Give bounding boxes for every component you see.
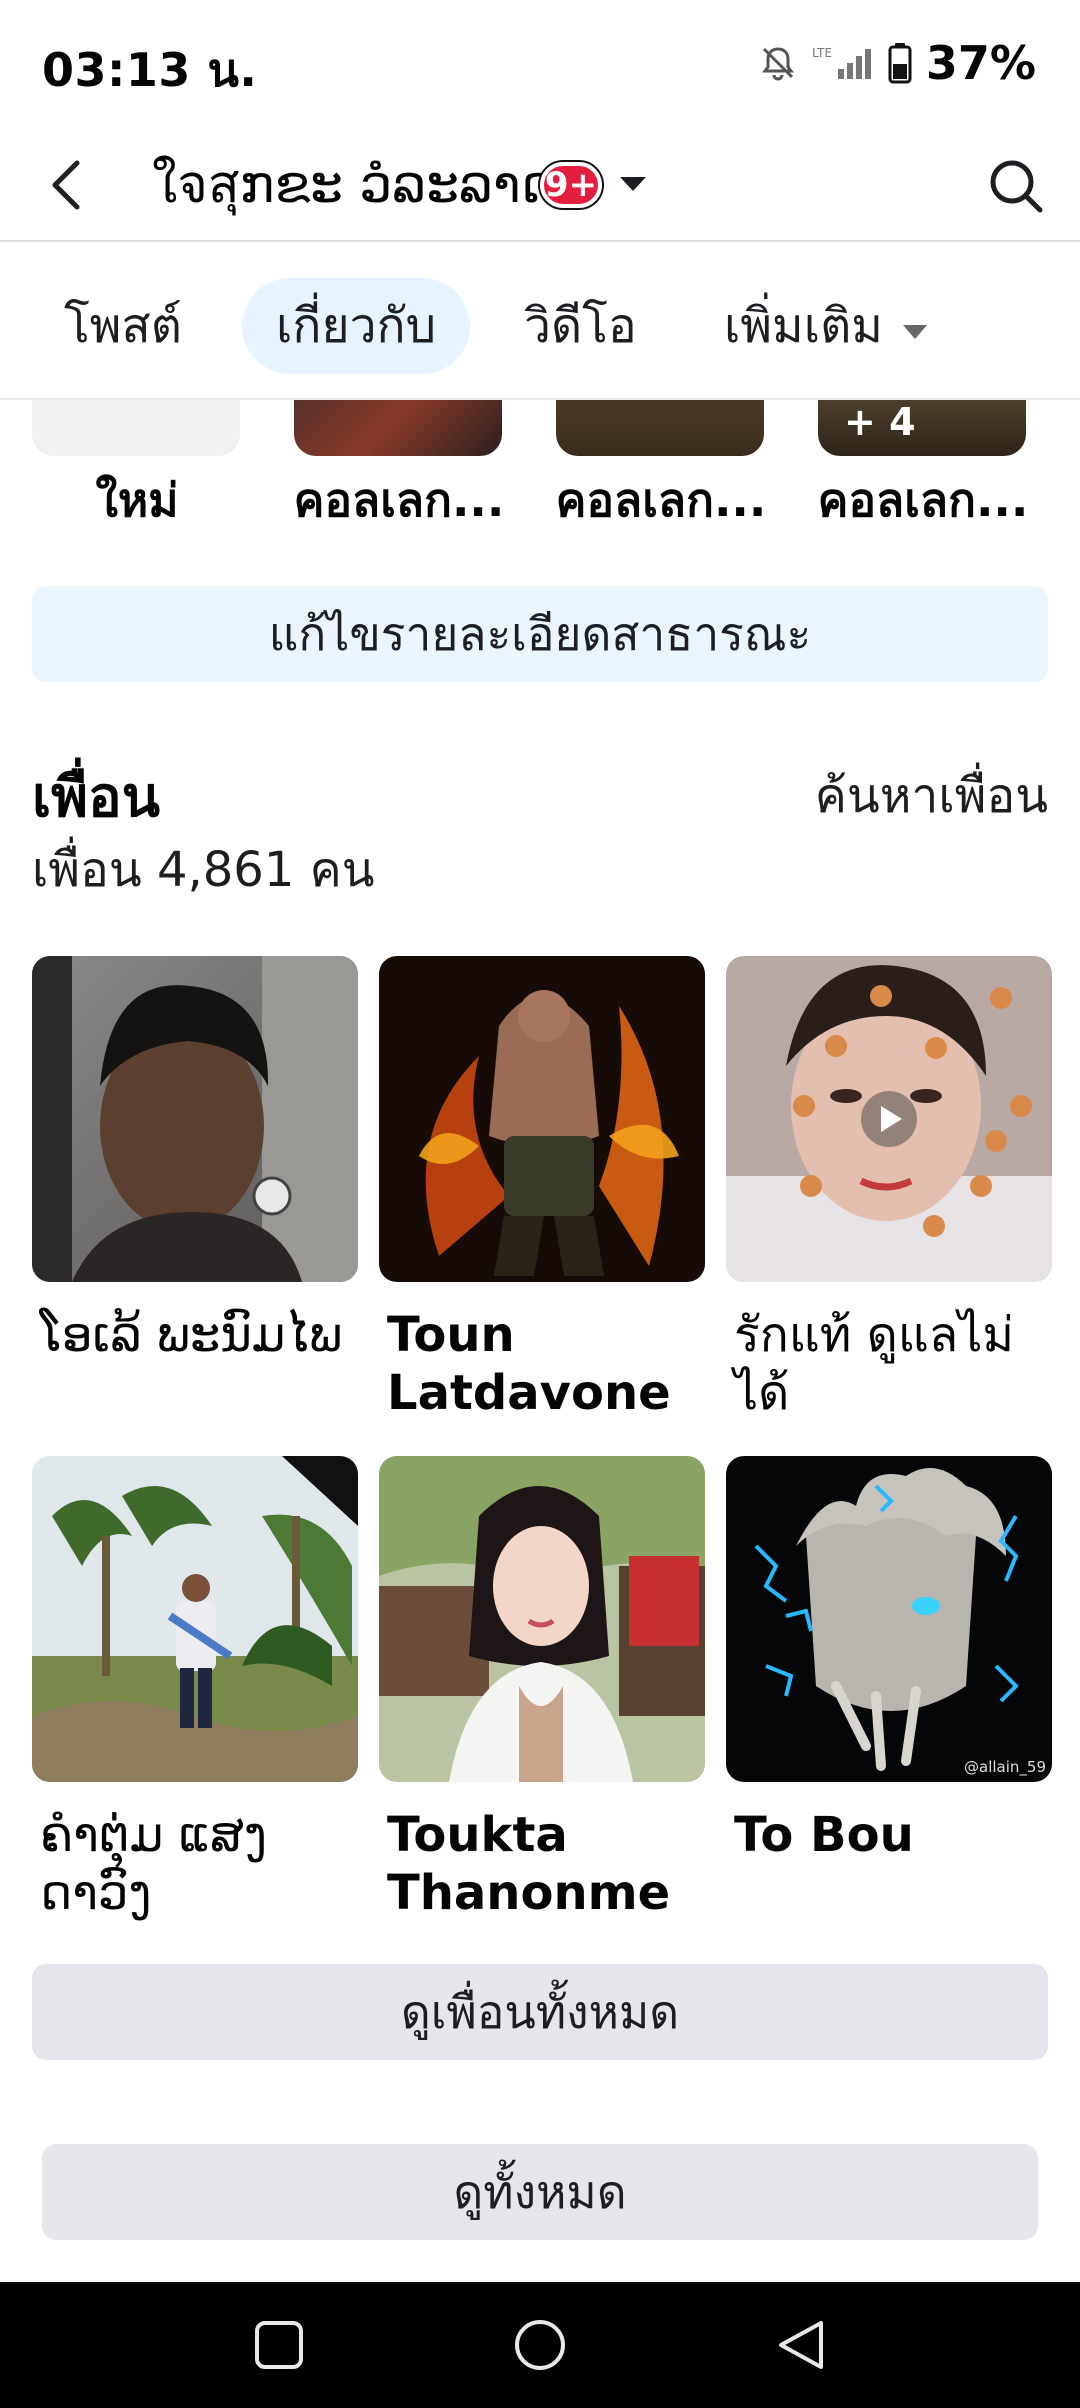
back-arrow-icon: [52, 160, 80, 210]
more-count-overlay: + 4: [844, 400, 916, 444]
friend-name[interactable]: ຄຳຕຸ່ມ ແສງດາວົງ: [32, 1806, 358, 1922]
friend-name[interactable]: Toun Latdavone: [379, 1306, 705, 1422]
tiktok-watermark: @allain_59: [964, 1758, 1046, 1776]
profile-name-title[interactable]: ใจสุກຂະ ວໍລະລາດ: [152, 152, 556, 218]
friends-count: เพื่อน 4,861 คน: [32, 842, 375, 898]
collection-label: คอลเลก...: [817, 473, 1029, 527]
friends-section-title: เพื่อน: [32, 765, 160, 830]
caret-down-icon[interactable]: [618, 174, 648, 198]
collection-thumb[interactable]: [294, 400, 502, 456]
back-button[interactable]: [32, 150, 102, 220]
friend-card[interactable]: รักแท้ ดูแลไม่ได้: [726, 956, 1052, 1422]
friend-photo[interactable]: [32, 956, 358, 1282]
friend-photo[interactable]: [726, 956, 1052, 1282]
friend-card[interactable]: Toun Latdavone: [379, 956, 705, 1422]
system-navigation-bar: [0, 2282, 1080, 2408]
status-icons: LTE 37%: [758, 34, 1036, 92]
find-friends-link[interactable]: ค้นหาเพื่อน: [815, 758, 1048, 834]
friend-photo[interactable]: @allain_59: [726, 1456, 1052, 1782]
collection-label: คอลเลก...: [293, 473, 505, 527]
featured-collections: ใหม่ คอลเลก... คอลเลก... + 4 คอลเลก...: [0, 400, 1080, 540]
see-all-button[interactable]: ดูทั้งหมด: [42, 2144, 1038, 2240]
new-collection-thumb[interactable]: [32, 400, 240, 456]
profile-tabs: โพสต์ เกี่ยวกับ วิดีโอ เพิ่มเติม: [0, 242, 1080, 398]
tab-posts[interactable]: โพสต์: [64, 278, 182, 374]
tab-more-label: เพิ่มเติม: [724, 298, 883, 354]
status-time: 03:13 น.: [42, 43, 258, 97]
back-triangle-icon: [779, 2321, 823, 2369]
friend-photo[interactable]: [379, 1456, 705, 1782]
home-button[interactable]: [507, 2312, 573, 2378]
friend-card[interactable]: ຄຳຕຸ່ມ ແສງດາວົງ: [32, 1456, 358, 1922]
edit-public-details-button[interactable]: แก้ไขรายละเอียดสาธารณะ: [32, 586, 1048, 682]
collection-label: คอลเลก...: [555, 473, 767, 527]
friend-photo[interactable]: [379, 956, 705, 1282]
search-icon: [990, 160, 1043, 213]
search-button[interactable]: [980, 150, 1052, 222]
mute-bell-icon: [758, 43, 798, 83]
friend-card[interactable]: @allain_59 To Bou: [726, 1456, 1052, 1864]
collection-thumb[interactable]: + 4: [818, 400, 1026, 456]
status-bar: 03:13 น. LTE 37%: [0, 0, 1080, 130]
home-icon: [515, 2320, 565, 2370]
svg-text:LTE: LTE: [812, 46, 832, 60]
see-all-friends-button[interactable]: ดูเพื่อนทั้งหมด: [32, 1964, 1048, 2060]
caret-down-icon: [901, 277, 929, 373]
friend-name[interactable]: ໂອເລ້ ພະນົມໄພ: [32, 1306, 358, 1364]
friend-name[interactable]: รักแท้ ดูแลไม่ได้: [726, 1306, 1052, 1422]
friend-photo[interactable]: [32, 1456, 358, 1782]
friend-name[interactable]: Toukta Thanonme: [379, 1806, 705, 1922]
recent-apps-icon: [255, 2321, 303, 2369]
battery-icon: [888, 42, 912, 84]
friend-name[interactable]: To Bou: [726, 1806, 1052, 1864]
notification-badge: 9+: [540, 162, 602, 208]
system-back-button[interactable]: [768, 2312, 834, 2378]
lte-signal-icon: LTE: [812, 43, 874, 83]
profile-header: ใจสุກຂະ ວໍລະລາດ 9+: [0, 130, 1080, 240]
tab-about[interactable]: เกี่ยวกับ: [242, 278, 471, 374]
friend-card[interactable]: Toukta Thanonme: [379, 1456, 705, 1922]
collection-thumb[interactable]: [556, 400, 764, 456]
battery-percent: 37%: [925, 36, 1036, 90]
friend-card[interactable]: ໂອເລ້ ພະນົມໄພ: [32, 956, 358, 1364]
recent-apps-button[interactable]: [246, 2312, 312, 2378]
tab-videos[interactable]: วิดีโอ: [524, 278, 637, 374]
collection-label: ใหม่: [95, 473, 179, 527]
tab-more[interactable]: เพิ่มเติม: [724, 278, 929, 374]
